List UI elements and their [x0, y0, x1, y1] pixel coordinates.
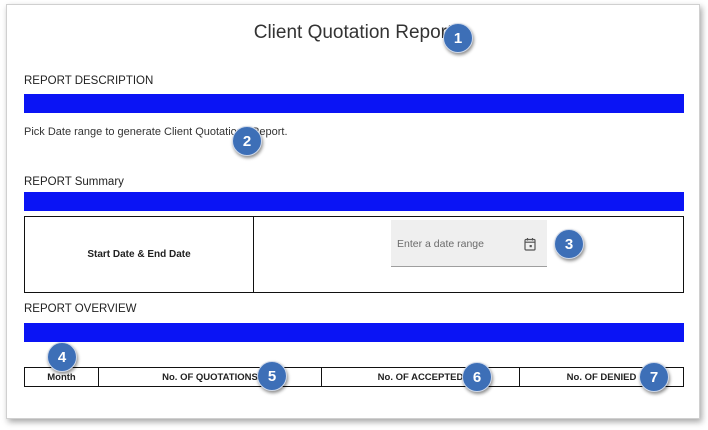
callout-badge-5: 5 [257, 361, 287, 391]
report-summary-bar [24, 192, 684, 211]
report-frame: Client Quotation Report REPORT DESCRIPTI… [6, 4, 700, 419]
start-end-date-label: Start Date & End Date [25, 217, 254, 292]
callout-badge-2: 2 [232, 126, 262, 156]
report-description-bar [24, 94, 684, 113]
overview-table: Month No. OF QUOTATIONS No. OF ACCEPTED … [24, 367, 684, 387]
date-range-cell: Enter a date range [254, 217, 683, 292]
date-range-placeholder: Enter a date range [397, 238, 484, 250]
calendar-icon[interactable] [524, 237, 536, 251]
report-overview-label: REPORT OVERVIEW [24, 303, 137, 315]
callout-badge-7: 7 [639, 362, 669, 392]
report-overview-bar [24, 323, 684, 342]
callout-badge-6: 6 [462, 362, 492, 392]
page-title: Client Quotation Report [253, 22, 453, 43]
report-description-label: REPORT DESCRIPTION [24, 75, 154, 87]
date-range-input[interactable]: Enter a date range [391, 220, 547, 267]
callout-badge-1: 1 [443, 23, 473, 53]
column-header-quotations: No. OF QUOTATIONS [99, 368, 322, 386]
callout-badge-3: 3 [554, 229, 584, 259]
callout-badge-4: 4 [47, 342, 77, 372]
report-summary-label: REPORT Summary [24, 176, 124, 188]
summary-table: Start Date & End Date Enter a date range [24, 216, 684, 293]
